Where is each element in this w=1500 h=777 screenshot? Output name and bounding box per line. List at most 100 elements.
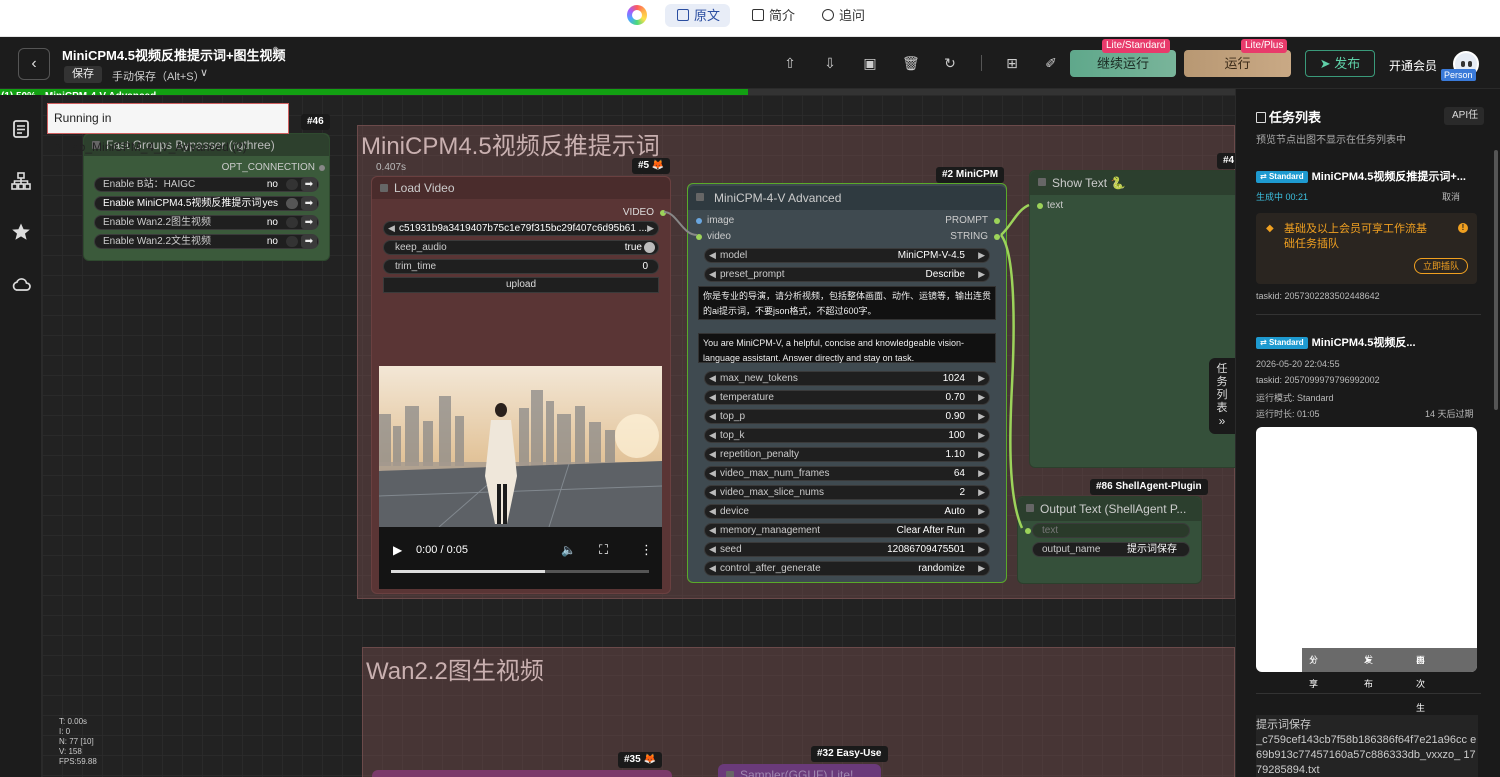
param-row-repetition-penalty[interactable]: ◀ repetition_penalty 1.10 ▶ (704, 447, 990, 462)
minicpm-node[interactable]: MiniCPM-4-V Advanced image video PROMPT … (687, 183, 1007, 583)
increment-icon[interactable]: ▶ (978, 562, 985, 575)
task-name[interactable]: ⇄ Standard MiniCPM4.5视频反... (1256, 334, 1416, 350)
increment-icon[interactable]: ▶ (978, 543, 985, 556)
publish-button[interactable]: ➤ 发布 (1305, 50, 1375, 77)
input-port-text[interactable] (1025, 528, 1031, 534)
toggle-row[interactable]: Enable B站：HAIGC no ➡ (94, 177, 319, 192)
output-port[interactable] (994, 234, 1000, 240)
navigate-arrow-icon[interactable]: ➡ (301, 178, 317, 191)
increment-icon[interactable]: ▶ (978, 467, 985, 480)
cloud-icon[interactable] (11, 274, 31, 294)
api-tab[interactable]: API任 (1444, 107, 1484, 125)
param-row-max-new-tokens[interactable]: ◀ max_new_tokens 1024 ▶ (704, 371, 990, 386)
task-name[interactable]: ⇄ Standard MiniCPM4.5视频反推提示词+... (1256, 168, 1466, 184)
increment-icon[interactable]: ▶ (978, 429, 985, 442)
document-icon[interactable] (11, 119, 31, 139)
sampler-node[interactable]: Sampler(GGUF) Lite! (718, 764, 881, 777)
decrement-icon[interactable]: ◀ (709, 505, 716, 518)
prompt-textarea[interactable]: 你是专业的导演，请分析视频，包括整体画面、动作、运镜等，输出连贯的ai提示词，不… (698, 286, 996, 320)
more-options-icon[interactable]: ⋮ (640, 542, 653, 558)
cancel-button[interactable]: 取消 (1442, 190, 1460, 203)
decrement-icon[interactable]: ◀ (709, 372, 716, 385)
decrement-icon[interactable]: ◀ (709, 543, 716, 556)
toggle-switch[interactable] (286, 198, 298, 209)
download-cloud-icon[interactable]: ⇩ (822, 55, 838, 71)
toggle-switch[interactable] (644, 242, 655, 253)
edit-title-icon[interactable]: ✎ (272, 44, 283, 60)
navigate-arrow-icon[interactable]: ➡ (301, 216, 317, 229)
volume-icon[interactable]: 🔈 (561, 543, 576, 557)
param-row-device[interactable]: ◀ device Auto ▶ (704, 504, 990, 519)
edit-box-icon[interactable]: ✐ (1043, 55, 1059, 71)
fullscreen-icon[interactable]: ⛶ (599, 542, 608, 558)
system-prompt-textarea[interactable]: You are MiniCPM-V, a helpful, concise an… (698, 333, 996, 363)
param-row-top-p[interactable]: ◀ top_p 0.90 ▶ (704, 409, 990, 424)
jump-queue-button[interactable]: 立即插队 (1414, 258, 1468, 274)
toggle-switch[interactable] (286, 236, 298, 247)
param-row-memory-management[interactable]: ◀ memory_management Clear After Run ▶ (704, 523, 990, 538)
param-row-seed[interactable]: ◀ seed 12086709475501 ▶ (704, 542, 990, 557)
video-file-select[interactable]: ◀ c51931b9a3419407b75c1e79f315bc29f407c6d… (383, 221, 659, 236)
decrement-icon[interactable]: ◀ (709, 562, 716, 575)
output-port[interactable] (994, 218, 1000, 224)
toggle-switch[interactable] (286, 179, 298, 190)
star-icon[interactable] (11, 222, 31, 242)
tab-ask[interactable]: 追问 (810, 4, 875, 27)
model-select[interactable]: ◀ model MiniCPM-V-4.5 ▶ (704, 248, 990, 263)
chevron-down-icon[interactable]: ∨ (200, 66, 208, 79)
increment-icon[interactable]: ▶ (978, 486, 985, 499)
info-icon[interactable]: ! (1458, 223, 1468, 233)
play-icon[interactable]: ▶ (393, 543, 402, 557)
refresh-icon[interactable]: ↻ (942, 55, 958, 71)
group-wan22[interactable]: Wan2.2图生视频 (362, 647, 1235, 777)
increment-icon[interactable]: ▶ (978, 391, 985, 404)
export-icon[interactable]: ▣ (862, 55, 878, 71)
toggle-row[interactable]: Enable MiniCPM4.5视频反推提示词 yes ➡ (94, 196, 319, 211)
trim-time-field[interactable]: trim_time 0 (383, 259, 659, 274)
increment-icon[interactable]: ▶ (978, 505, 985, 518)
tab-summary[interactable]: 简介 (740, 4, 805, 27)
vip-link[interactable]: 开通会员 (1389, 57, 1437, 74)
upload-button[interactable]: upload (383, 277, 659, 293)
hierarchy-icon[interactable] (11, 171, 31, 191)
param-row-video-max-slice-nums[interactable]: ◀ video_max_slice_nums 2 ▶ (704, 485, 990, 500)
decrement-icon[interactable]: ◀ (709, 448, 716, 461)
saved-prompt-file[interactable]: 提示词保存 _c759cef143cb7f58b186386f64f7e21a9… (1256, 715, 1478, 777)
param-row-top-k[interactable]: ◀ top_k 100 ▶ (704, 428, 990, 443)
keep-audio-toggle[interactable]: keep_audio true (383, 240, 659, 255)
input-port-image[interactable] (696, 218, 702, 224)
seek-bar[interactable] (391, 570, 649, 573)
input-port-text[interactable] (1037, 203, 1043, 209)
input-port-video[interactable] (696, 234, 702, 240)
output-port[interactable] (660, 210, 666, 216)
upload-cloud-icon[interactable]: ⇧ (782, 55, 798, 71)
trash-icon[interactable]: 🗑 (902, 55, 920, 71)
toggle-switch[interactable] (286, 217, 298, 228)
output-port[interactable] (319, 165, 325, 171)
decrement-icon[interactable]: ◀ (709, 486, 716, 499)
increment-icon[interactable]: ▶ (978, 524, 985, 537)
toggle-row[interactable]: Enable Wan2.2文生视频 no ➡ (94, 234, 319, 249)
increment-icon[interactable]: ▶ (978, 372, 985, 385)
navigate-arrow-icon[interactable]: ➡ (301, 197, 317, 210)
param-row-temperature[interactable]: ◀ temperature 0.70 ▶ (704, 390, 990, 405)
result-preview[interactable]: ⇪ 分享 ➤ 发布 ▨ 再次生成 (1256, 427, 1477, 737)
decrement-icon[interactable]: ◀ (709, 524, 716, 537)
decrement-icon[interactable]: ◀ (709, 410, 716, 423)
decrement-icon[interactable]: ◀ (709, 467, 716, 480)
increment-icon[interactable]: ▶ (978, 448, 985, 461)
preset-select[interactable]: ◀ preset_prompt Describe ▶ (704, 267, 990, 282)
partial-node[interactable] (372, 770, 672, 777)
text-input[interactable]: text (1032, 523, 1190, 538)
back-button[interactable]: ‹ (18, 48, 50, 80)
output-name-field[interactable]: output_name 提示词保存 (1032, 542, 1190, 557)
show-text-node[interactable]: Show Text 🐍 text (1029, 170, 1235, 468)
navigate-arrow-icon[interactable]: ➡ (301, 235, 317, 248)
tab-original[interactable]: 原文 (665, 4, 731, 27)
toggle-row[interactable]: Enable Wan2.2图生视频 no ➡ (94, 215, 319, 230)
output-text-node[interactable]: Output Text (ShellAgent P... text output… (1017, 496, 1202, 584)
run-button[interactable]: 运行 (1184, 50, 1291, 77)
tasklist-toggle-tab[interactable]: 任务列表 » (1209, 358, 1235, 434)
grid-icon[interactable]: ⊞ (1004, 55, 1020, 71)
increment-icon[interactable]: ▶ (978, 410, 985, 423)
